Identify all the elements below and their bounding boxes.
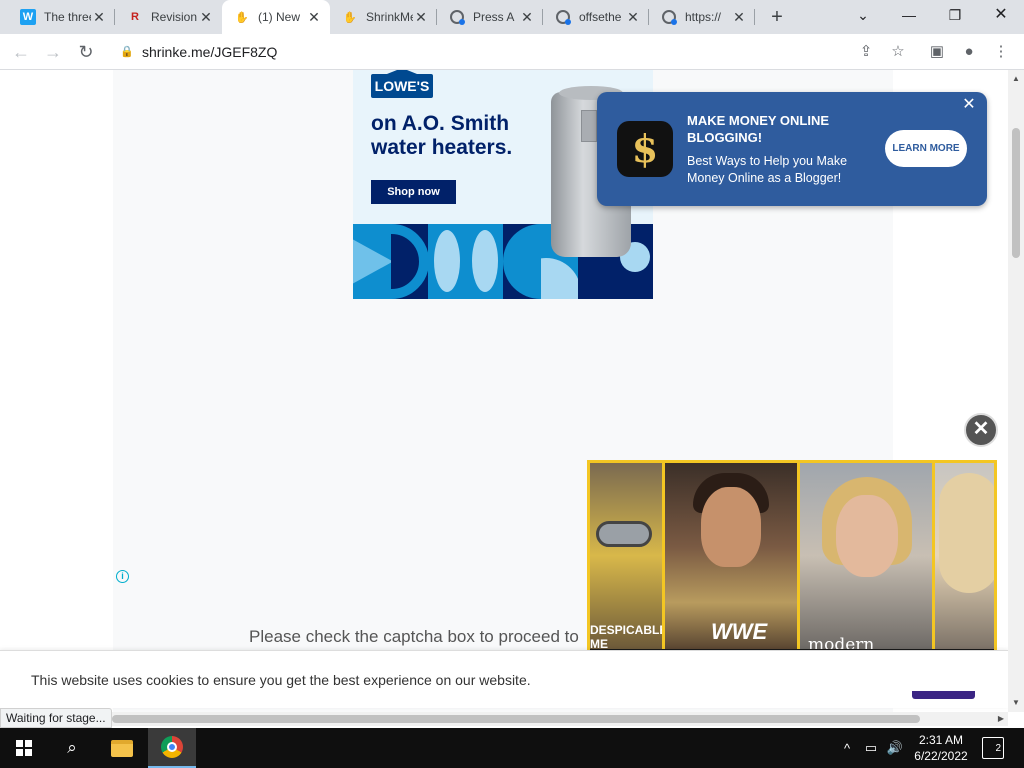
tab-shrinkme[interactable]: ✋ ShrinkMe ✕	[330, 0, 437, 34]
video-thumbnail	[935, 463, 994, 649]
cookie-banner: This website uses cookies to ensure you …	[0, 650, 1008, 708]
close-tab-icon[interactable]: ✕	[198, 9, 214, 25]
tab-title: https://	[685, 10, 722, 24]
tab-new[interactable]: ✋ (1) New ✕	[222, 0, 330, 34]
horizontal-scrollbar[interactable]: ▶	[112, 712, 1008, 726]
tab-separator	[754, 9, 755, 25]
start-button[interactable]	[0, 728, 48, 768]
learn-more-button[interactable]: LEARN MORE	[885, 130, 967, 167]
captcha-message: Please check the captcha box to proceed …	[249, 627, 579, 646]
close-window-button[interactable]: ✕	[978, 0, 1024, 30]
ad-info-icon[interactable]: i	[116, 570, 129, 583]
forward-button[interactable]: →	[41, 40, 65, 64]
minimize-button[interactable]: —	[886, 0, 932, 30]
back-button[interactable]: ←	[9, 40, 33, 64]
profile-avatar-icon[interactable]: ●	[958, 41, 980, 63]
network-icon[interactable]: ▭	[860, 728, 882, 768]
close-tab-icon[interactable]: ✕	[91, 9, 107, 25]
close-tab-icon[interactable]: ✕	[413, 9, 429, 25]
page-viewport: LOWE'S on A.O. Smith water heaters. Shop…	[0, 70, 1008, 712]
url-text[interactable]: shrinke.me/JGEF8ZQ	[142, 44, 277, 60]
chrome-taskbar-icon[interactable]	[148, 728, 196, 768]
new-tab-button[interactable]: +	[764, 5, 790, 29]
tab-title: The three	[44, 10, 91, 24]
tab-strip: W The three ✕ R Revision ✕ ✋ (1) New ✕ ✋…	[0, 0, 1024, 34]
close-tab-icon[interactable]: ✕	[625, 9, 641, 25]
globe-icon	[555, 9, 571, 25]
search-icon[interactable]: ⌕	[48, 728, 96, 768]
hand-icon: ✋	[235, 11, 249, 24]
scrollbar-thumb[interactable]	[1012, 128, 1020, 258]
notification-center-icon[interactable]: 2	[982, 737, 1004, 759]
bookmark-star-icon[interactable]: ☆	[887, 41, 909, 63]
file-explorer-icon[interactable]	[98, 728, 146, 768]
windows-logo-icon	[16, 740, 32, 756]
close-tab-icon[interactable]: ✕	[306, 9, 322, 25]
tab-title: (1) New	[258, 10, 301, 24]
r-icon: R	[131, 11, 139, 23]
notification-body: Best Ways to Help you Make Money Online …	[687, 154, 848, 185]
lowes-headline: on A.O. Smith water heaters.	[371, 112, 513, 159]
tab-https[interactable]: https:// ✕	[649, 0, 755, 34]
wwe-logo: WWE	[711, 619, 768, 644]
video-thumbnail: DESPICABLE ME	[590, 463, 667, 651]
tab-title: Revision	[151, 10, 198, 24]
dollar-icon: $	[617, 121, 673, 177]
tab-search-icon[interactable]: ⌄	[840, 0, 886, 30]
show-hidden-icons-chevron[interactable]: ^	[838, 728, 856, 768]
video-thumbnail: WWE	[665, 463, 797, 649]
despicable-me-logo: DESPICABLE ME	[590, 623, 668, 651]
address-bar[interactable]: 🔒 shrinke.me/JGEF8ZQ	[110, 38, 910, 66]
windows-taskbar: ⌕ ^ ▭ 🔊 2:31 AM 6/22/2022 2	[0, 728, 1024, 768]
video-thumbnail: modern family	[800, 463, 932, 675]
hand-icon: ✋	[343, 11, 357, 24]
scroll-up-arrow-icon[interactable]: ▲	[1008, 72, 1024, 86]
browser-toolbar: ← → ↻ 🔒 shrinke.me/JGEF8ZQ ⇪ ☆ ▣ ● ⋮	[0, 34, 1024, 70]
tab-the-three[interactable]: W The three ✕	[8, 0, 115, 34]
lock-icon[interactable]: 🔒	[120, 45, 134, 58]
restore-button[interactable]: ❐	[932, 0, 978, 30]
clock-time: 2:31 AM	[918, 733, 964, 747]
volume-icon[interactable]: 🔊	[884, 728, 906, 768]
scrollbar-thumb[interactable]	[112, 715, 920, 723]
menu-kebab-icon[interactable]: ⋮	[990, 41, 1012, 63]
lowes-logo: LOWE'S	[371, 74, 433, 98]
blogging-notification[interactable]: $ MAKE MONEY ONLINE BLOGGING! Best Ways …	[597, 92, 987, 206]
cookie-message: This website uses cookies to ensure you …	[31, 672, 531, 688]
globe-icon	[449, 9, 465, 25]
reload-button[interactable]: ↻	[74, 40, 98, 64]
notification-title: MAKE MONEY ONLINE BLOGGING!	[687, 113, 830, 145]
tab-offset[interactable]: offsethe ✕	[543, 0, 649, 34]
tab-title: Press A	[473, 10, 515, 24]
scroll-right-arrow-icon[interactable]: ▶	[998, 712, 1004, 726]
tab-title: ShrinkMe	[366, 10, 413, 24]
tab-title: offsethe	[579, 10, 622, 24]
tab-revision[interactable]: R Revision ✕	[115, 0, 222, 34]
side-panel-icon[interactable]: ▣	[926, 41, 948, 63]
w-icon: W	[20, 9, 36, 25]
close-tab-icon[interactable]: ✕	[519, 9, 535, 25]
close-icon[interactable]: ✕	[960, 96, 978, 114]
globe-icon	[661, 9, 677, 25]
close-tab-icon[interactable]: ✕	[731, 9, 747, 25]
tab-press[interactable]: Press A ✕	[437, 0, 543, 34]
scroll-down-arrow-icon[interactable]: ▼	[1008, 696, 1024, 710]
vertical-scrollbar[interactable]: ▲ ▼	[1008, 70, 1024, 712]
video-close-button[interactable]: ✕	[964, 413, 998, 447]
status-bubble: Waiting for stage...	[0, 708, 112, 728]
share-icon[interactable]: ⇪	[855, 41, 877, 63]
cookie-accept-button[interactable]	[912, 691, 975, 699]
shop-now-button[interactable]: Shop now	[371, 180, 456, 204]
system-clock[interactable]: 2:31 AM 6/22/2022	[905, 732, 977, 764]
clock-date: 6/22/2022	[914, 749, 968, 763]
